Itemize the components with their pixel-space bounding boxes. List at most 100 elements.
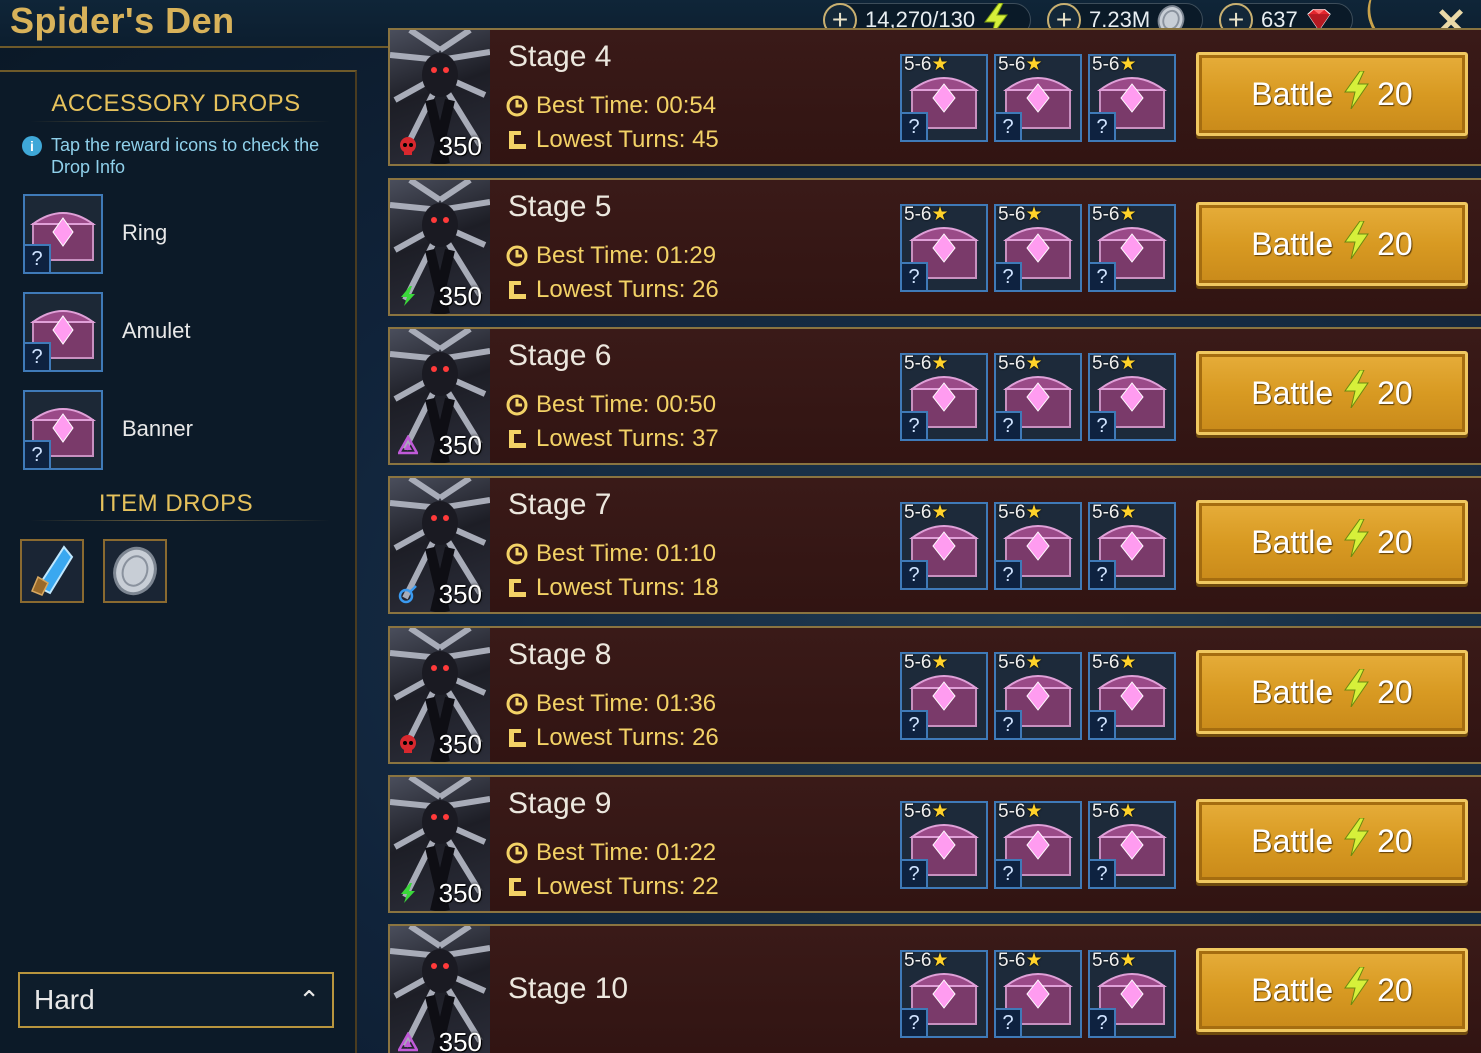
banner-chest-icon[interactable]: ? bbox=[23, 390, 103, 470]
star-icon: ★ bbox=[931, 502, 949, 523]
battle-button[interactable]: Battle 20 bbox=[1196, 52, 1468, 136]
unknown-badge: ? bbox=[902, 262, 928, 290]
item-drop-shard[interactable] bbox=[20, 539, 84, 603]
unknown-badge: ? bbox=[1090, 112, 1116, 140]
unknown-badge: ? bbox=[996, 112, 1022, 140]
battle-cost: 20 bbox=[1377, 822, 1413, 859]
star-range-text: 5-6 bbox=[998, 54, 1026, 75]
unknown-badge: ? bbox=[1090, 710, 1116, 738]
reward-chest[interactable]: 5-6★? bbox=[994, 353, 1082, 441]
reward-chest[interactable]: 5-6★? bbox=[1088, 353, 1176, 441]
boss-level: 350 bbox=[438, 579, 482, 609]
lightning-bolt-icon bbox=[1343, 518, 1370, 565]
unknown-badge: ? bbox=[1090, 859, 1116, 887]
star-icon: ★ bbox=[1119, 353, 1137, 374]
info-icon: i bbox=[22, 136, 42, 156]
accessory-ring[interactable]: ? Ring bbox=[23, 194, 323, 274]
item-drop-silver[interactable] bbox=[103, 539, 167, 603]
spider-boss-portrait: 350 bbox=[390, 30, 490, 164]
reward-chest[interactable]: 5-6★? bbox=[1088, 54, 1176, 142]
unknown-badge: ? bbox=[1090, 411, 1116, 439]
star-range: 5-6★ bbox=[1092, 501, 1137, 524]
blue-crystal-shard-icon bbox=[31, 545, 74, 596]
clock-icon bbox=[506, 543, 528, 565]
spirit-affinity-icon bbox=[398, 883, 418, 903]
drops-sidebar: ACCESSORY DROPS i Tap the reward icons t… bbox=[0, 70, 357, 1053]
battle-button[interactable]: Battle 20 bbox=[1196, 500, 1468, 584]
unknown-badge: ? bbox=[996, 710, 1022, 738]
reward-chest[interactable]: 5-6★? bbox=[1088, 950, 1176, 1038]
reward-chest[interactable]: 5-6★? bbox=[994, 54, 1082, 142]
battle-button[interactable]: Battle 20 bbox=[1196, 351, 1468, 435]
reward-chest[interactable]: 5-6★? bbox=[900, 801, 988, 889]
difficulty-value: Hard bbox=[34, 984, 95, 1015]
reward-chest[interactable]: 5-6★? bbox=[900, 54, 988, 142]
lightning-bolt-icon bbox=[1343, 817, 1370, 864]
accessory-amulet[interactable]: ? Amulet bbox=[23, 292, 323, 372]
amulet-chest-icon[interactable]: ? bbox=[23, 292, 103, 372]
reward-chest[interactable]: 5-6★? bbox=[1088, 204, 1176, 292]
battle-cost: 20 bbox=[1377, 374, 1413, 411]
unknown-badge: ? bbox=[996, 1008, 1022, 1036]
reward-chest[interactable]: 5-6★? bbox=[900, 502, 988, 590]
star-icon: ★ bbox=[1025, 652, 1043, 673]
game-screen: Spider's Den + 14,270/130 + 7.23M + 637 … bbox=[0, 0, 1481, 1053]
unknown-badge: ? bbox=[25, 244, 51, 272]
best-time-text: Best Time: 01:22 bbox=[536, 839, 717, 866]
lowest-turns: Lowest Turns: 18 bbox=[506, 574, 719, 602]
battle-label: Battle bbox=[1251, 971, 1334, 1008]
lowest-turns-text: Lowest Turns: 18 bbox=[536, 574, 719, 601]
reward-chest[interactable]: 5-6★? bbox=[994, 652, 1082, 740]
battle-button[interactable]: Battle 20 bbox=[1196, 202, 1468, 286]
battle-button[interactable]: Battle 20 bbox=[1196, 799, 1468, 883]
unknown-badge: ? bbox=[996, 411, 1022, 439]
reward-chest[interactable]: 5-6★? bbox=[994, 950, 1082, 1038]
reward-chest[interactable]: 5-6★? bbox=[994, 801, 1082, 889]
star-range-text: 5-6 bbox=[998, 204, 1026, 225]
accessory-name: Banner bbox=[122, 416, 193, 441]
reward-chest[interactable]: 5-6★? bbox=[900, 950, 988, 1038]
reward-chest[interactable]: 5-6★? bbox=[1088, 652, 1176, 740]
unknown-badge: ? bbox=[996, 560, 1022, 588]
star-icon: ★ bbox=[1025, 502, 1043, 523]
battle-button[interactable]: Battle 20 bbox=[1196, 650, 1468, 734]
battle-cost: 20 bbox=[1377, 75, 1413, 112]
spider-boss-portrait: 350 bbox=[390, 180, 490, 314]
difficulty-select[interactable]: Hard ⌃ bbox=[18, 972, 334, 1028]
boss-level: 350 bbox=[438, 729, 482, 759]
accessory-banner[interactable]: ? Banner bbox=[23, 390, 323, 470]
best-time: Best Time: 01:29 bbox=[506, 242, 716, 270]
unknown-badge: ? bbox=[902, 859, 928, 887]
lightning-bolt-icon bbox=[1343, 220, 1370, 267]
reward-chest[interactable]: 5-6★? bbox=[900, 353, 988, 441]
star-icon: ★ bbox=[1025, 54, 1043, 75]
reward-chest[interactable]: 5-6★? bbox=[1088, 801, 1176, 889]
stage-name: Stage 7 bbox=[508, 488, 612, 521]
battle-button[interactable]: Battle 20 bbox=[1196, 948, 1468, 1032]
reward-chest[interactable]: 5-6★? bbox=[994, 502, 1082, 590]
ring-chest-icon[interactable]: ? bbox=[23, 194, 103, 274]
clock-icon bbox=[506, 245, 528, 267]
star-range: 5-6★ bbox=[998, 53, 1043, 76]
star-range: 5-6★ bbox=[904, 53, 949, 76]
unknown-badge: ? bbox=[902, 560, 928, 588]
unknown-badge: ? bbox=[902, 710, 928, 738]
star-icon: ★ bbox=[1025, 353, 1043, 374]
star-range: 5-6★ bbox=[998, 800, 1043, 823]
stage-name: Stage 8 bbox=[508, 638, 612, 671]
star-range-text: 5-6 bbox=[1092, 353, 1120, 374]
star-icon: ★ bbox=[931, 54, 949, 75]
star-range: 5-6★ bbox=[998, 501, 1043, 524]
spider-boss-portrait: 350 bbox=[390, 777, 490, 911]
reward-chest[interactable]: 5-6★? bbox=[900, 204, 988, 292]
star-icon: ★ bbox=[931, 652, 949, 673]
reward-chest[interactable]: 5-6★? bbox=[900, 652, 988, 740]
item-drops-title: ITEM DROPS bbox=[98, 490, 254, 517]
unknown-badge: ? bbox=[902, 112, 928, 140]
star-range-text: 5-6 bbox=[904, 652, 932, 673]
lightning-bolt-icon bbox=[1343, 668, 1370, 715]
reward-chest[interactable]: 5-6★? bbox=[994, 204, 1082, 292]
accessory-drops-title: ACCESSORY DROPS bbox=[51, 90, 301, 117]
star-range-text: 5-6 bbox=[904, 502, 932, 523]
reward-chest[interactable]: 5-6★? bbox=[1088, 502, 1176, 590]
